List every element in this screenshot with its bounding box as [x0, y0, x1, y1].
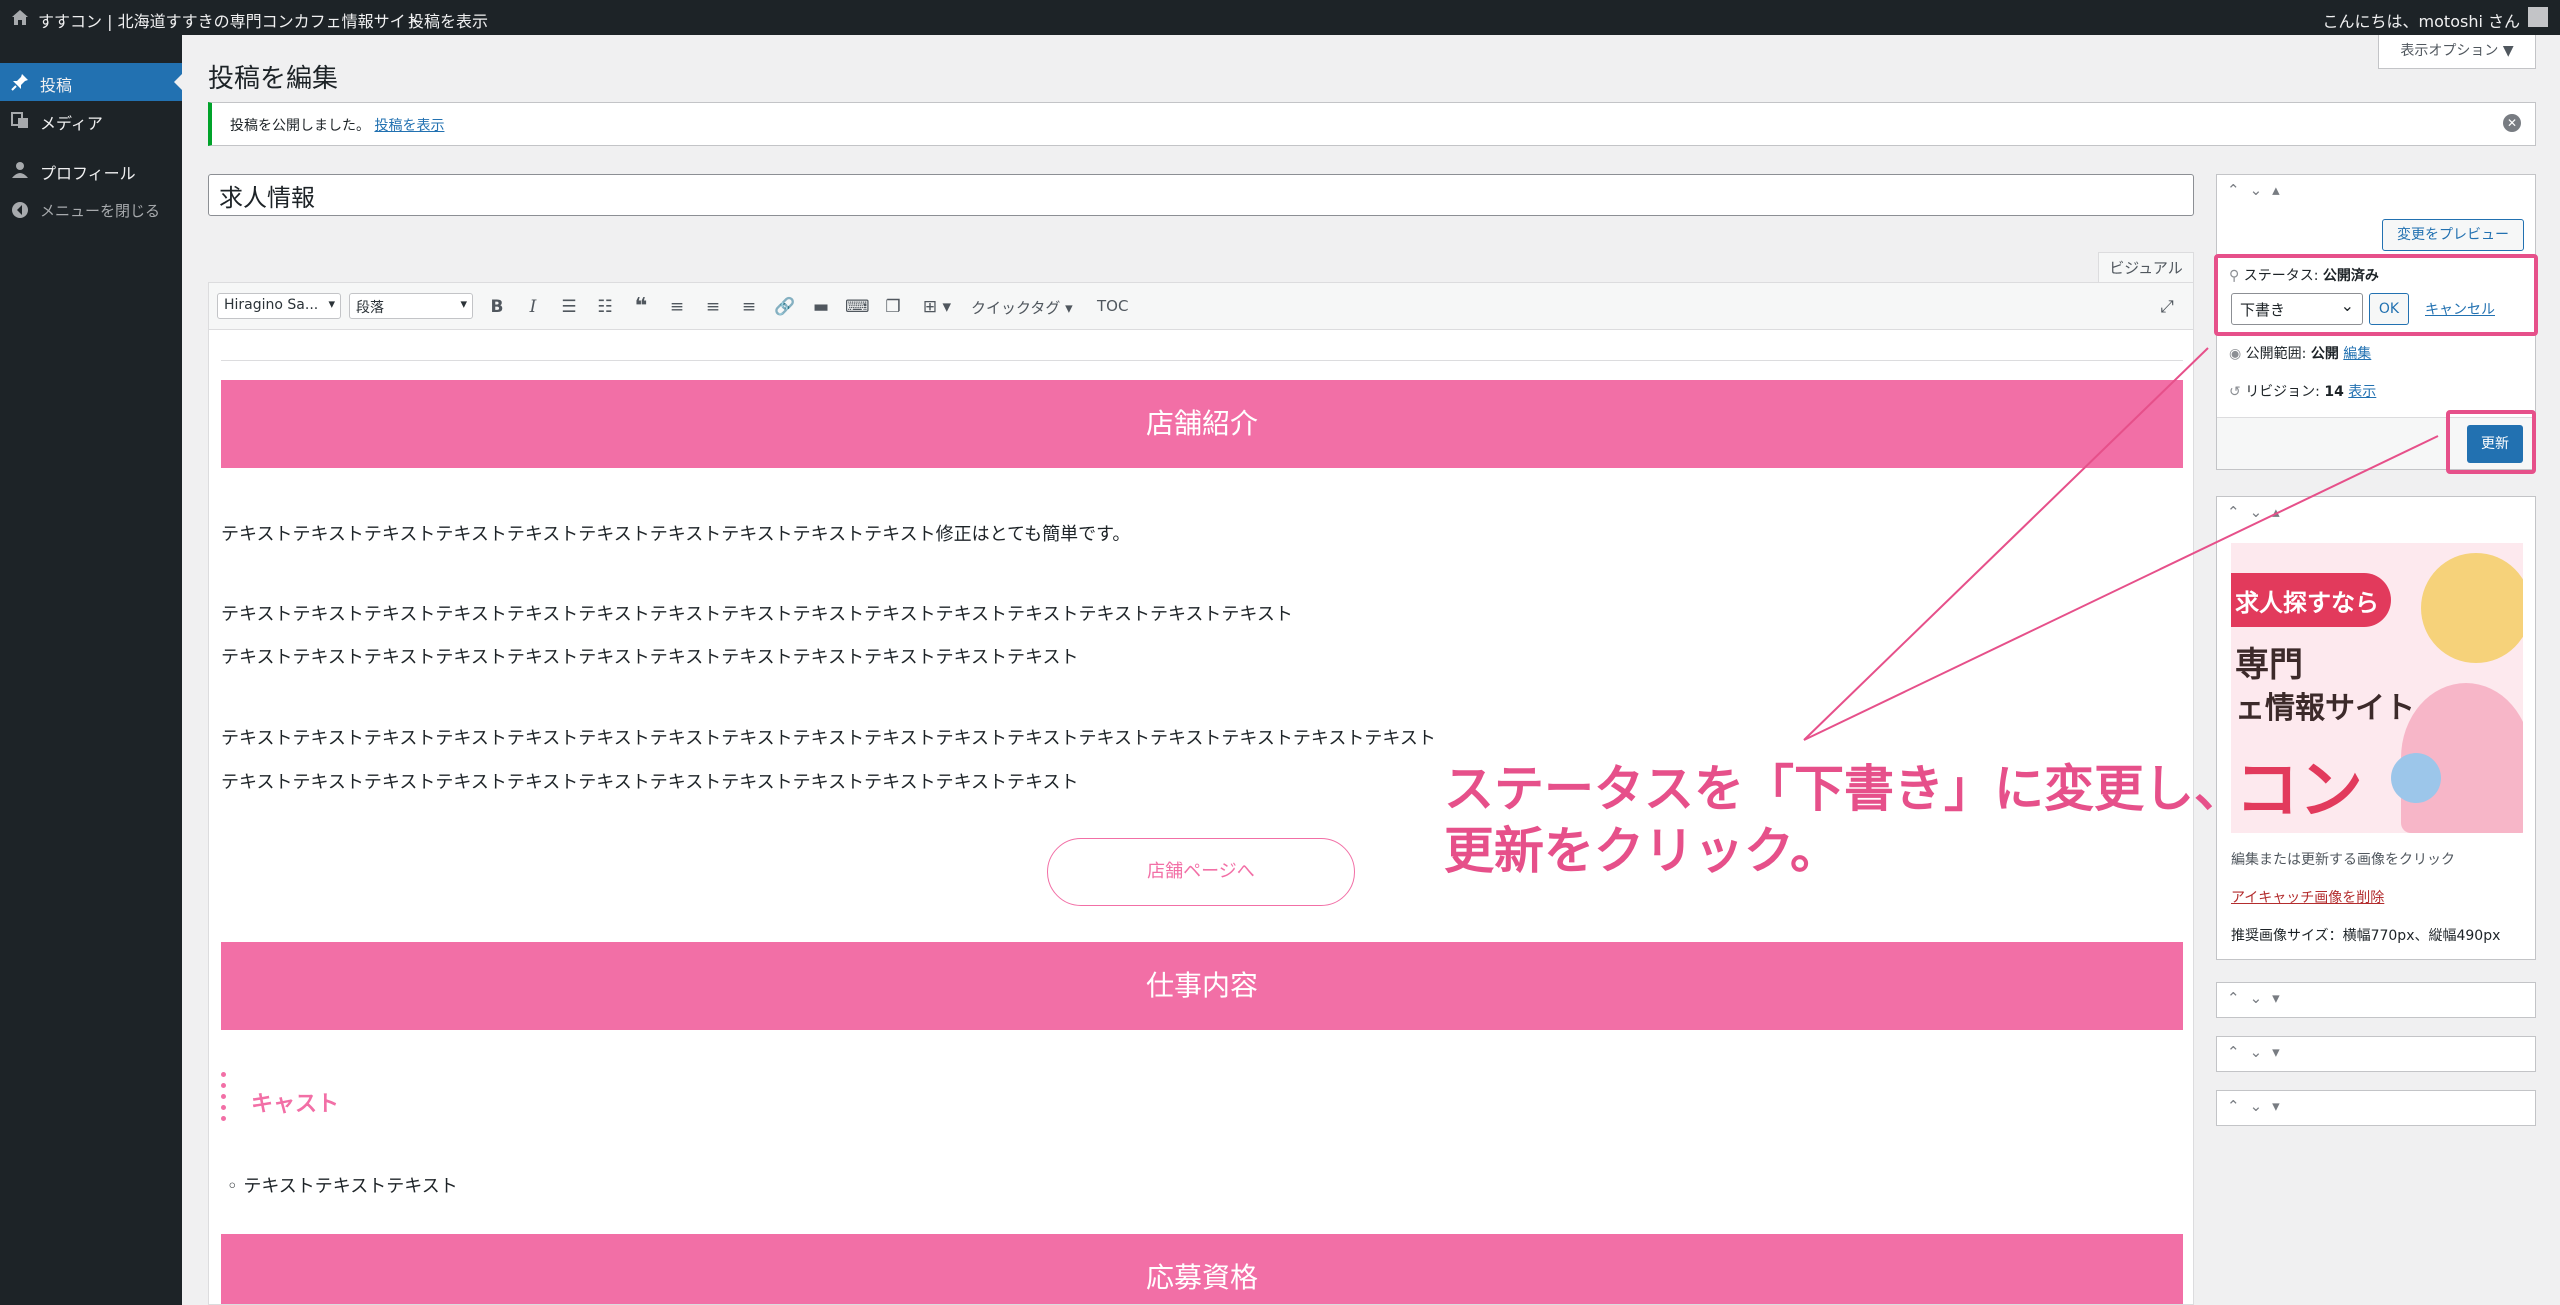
page-title: 投稿を編集: [208, 64, 339, 94]
sidebar-item-label: プロフィール: [40, 164, 136, 183]
align-right-icon[interactable]: ≡: [737, 295, 761, 319]
font-family-select[interactable]: Hiragino Sa...: [217, 293, 341, 319]
quicktag-menu[interactable]: クイックタグ ▾: [971, 297, 1073, 318]
collapsed-meta-box: ⌃⌄▾: [2216, 1090, 2536, 1126]
view-post-link[interactable]: 投稿を表示: [408, 8, 488, 32]
toc-button[interactable]: TOC: [1097, 297, 1128, 315]
character-illustration: [2421, 553, 2523, 663]
revision-view-link[interactable]: 表示: [2348, 384, 2376, 400]
read-more-icon[interactable]: ▬: [809, 295, 833, 319]
notice-message: 投稿を公開しました。 投稿を表示: [230, 118, 445, 134]
collapsed-meta-box: ⌃⌄▾: [2216, 1036, 2536, 1072]
status-highlight-box: [2214, 254, 2538, 336]
history-icon: ↺: [2229, 384, 2241, 400]
align-center-icon[interactable]: ≡: [701, 295, 725, 319]
visibility-edit-link[interactable]: 編集: [2343, 346, 2371, 362]
visibility-row: ◉ 公開範囲: 公開 編集: [2229, 346, 2372, 362]
sidebar-item-profile[interactable]: プロフィール: [0, 151, 182, 189]
fullscreen-icon[interactable]: ⤢: [2155, 295, 2179, 319]
character-illustration: [2391, 753, 2441, 803]
bold-icon[interactable]: B: [485, 295, 509, 319]
user-greeting[interactable]: こんにちは、motoshi さん: [2323, 8, 2520, 32]
paragraph: テキストテキストテキストテキストテキストテキストテキストテキストテキストテキスト…: [221, 604, 1293, 625]
screen-options-button[interactable]: 表示オプション ▼: [2378, 35, 2536, 69]
admin-sidebar: 投稿 メディア プロフィール メニューを閉じる: [0, 35, 182, 1305]
section-heading-requirements: 応募資格: [221, 1234, 2183, 1304]
box-reorder-icons[interactable]: ⌃⌄▴: [2227, 503, 2290, 521]
link-icon[interactable]: 🔗: [773, 295, 797, 319]
collapsed-meta-box: ⌃⌄▾: [2216, 982, 2536, 1018]
format-select[interactable]: 段落: [349, 293, 473, 319]
box-reorder-icons[interactable]: ⌃⌄▴: [2227, 181, 2290, 199]
media-icon: [10, 110, 30, 130]
sidebar-item-posts[interactable]: 投稿: [0, 63, 182, 101]
remove-featured-image-link[interactable]: アイキャッチ画像を削除: [2231, 887, 2384, 907]
eye-icon: ◉: [2229, 346, 2242, 362]
revision-row: ↺ リビジョン: 14 表示: [2229, 384, 2377, 400]
image-size-hint: 推奨画像サイズ：横幅770px、縦幅490px: [2231, 928, 2501, 944]
post-title-input[interactable]: [208, 174, 2194, 216]
shop-page-button[interactable]: 店舗ページへ: [1047, 838, 1355, 906]
annotation-text: ステータスを「下書き」に変更し、 更新をクリック。: [1444, 760, 2244, 880]
list-item: ◦ テキストテキストテキスト: [227, 1176, 458, 1197]
paragraph: テキストテキストテキストテキストテキストテキストテキストテキストテキストテキスト…: [221, 647, 1079, 668]
paragraph: テキストテキストテキストテキストテキストテキストテキストテキストテキストテキスト…: [221, 728, 1436, 749]
sidebar-item-label: 投稿: [40, 76, 73, 95]
pin-icon: [10, 72, 30, 92]
sidebar-collapse-menu[interactable]: メニューを閉じる: [0, 191, 182, 229]
tab-visual[interactable]: ビジュアル: [2098, 252, 2194, 282]
table-icon[interactable]: ⊞ ▾: [917, 295, 957, 319]
featured-image-description: 編集または更新する画像をクリック: [2231, 852, 2455, 868]
notice-view-post-link[interactable]: 投稿を表示: [374, 118, 444, 134]
box-reorder-icons[interactable]: ⌃⌄▾: [2227, 1043, 2290, 1061]
keyboard-icon[interactable]: ⌨: [845, 295, 870, 319]
featured-image[interactable]: 求人探すなら 専門 ェ情報サイト コン: [2231, 543, 2523, 833]
collapse-icon: [10, 200, 30, 220]
bullet-list-icon[interactable]: ☰: [557, 295, 581, 319]
paste-icon[interactable]: ❐: [881, 295, 905, 319]
section-heading-shop: 店舗紹介: [221, 380, 2183, 468]
numbered-list-icon[interactable]: ☷: [593, 295, 617, 319]
box-reorder-icons[interactable]: ⌃⌄▾: [2227, 1097, 2290, 1115]
sidebar-item-label: メニューを閉じる: [40, 202, 161, 220]
paragraph: テキストテキストテキストテキストテキストテキストテキストテキストテキストテキスト…: [221, 524, 1131, 545]
user-icon: [10, 160, 30, 180]
success-notice: 投稿を公開しました。 投稿を表示 ✕: [208, 102, 2536, 146]
close-icon[interactable]: ✕: [2503, 114, 2521, 132]
editor-toolbar: Hiragino Sa... 段落 B I ☰ ☷ ❝ ≡ ≡ ≡ 🔗 ▬ ⌨ …: [208, 282, 2194, 330]
paragraph: テキストテキストテキストテキストテキストテキストテキストテキストテキストテキスト…: [221, 772, 1079, 793]
site-name-link[interactable]: すすコン | 北海道すすきの専門コンカフェ情報サイト: [38, 8, 422, 32]
sidebar-item-media[interactable]: メディア: [0, 101, 182, 139]
home-icon[interactable]: [10, 8, 30, 28]
divider: [221, 360, 2183, 361]
featured-image-box: ⌃⌄▴ 求人探すなら 専門 ェ情報サイト コン 編集または更新する画像をクリック…: [2216, 496, 2536, 960]
box-reorder-icons[interactable]: ⌃⌄▾: [2227, 989, 2290, 1007]
italic-icon[interactable]: I: [521, 295, 545, 319]
align-left-icon[interactable]: ≡: [665, 295, 689, 319]
avatar[interactable]: [2528, 7, 2548, 27]
sidebar-item-label: メディア: [40, 114, 103, 133]
preview-changes-button[interactable]: 変更をプレビュー: [2382, 219, 2524, 251]
section-heading-job: 仕事内容: [221, 942, 2183, 1030]
admin-bar: すすコン | 北海道すすきの専門コンカフェ情報サイト 投稿を表示 こんにちは、m…: [0, 0, 2560, 35]
dotted-bar: [221, 1072, 229, 1130]
blockquote-icon[interactable]: ❝: [629, 295, 653, 319]
cast-heading: キャスト: [251, 1092, 340, 1117]
update-highlight-box: [2446, 410, 2536, 474]
